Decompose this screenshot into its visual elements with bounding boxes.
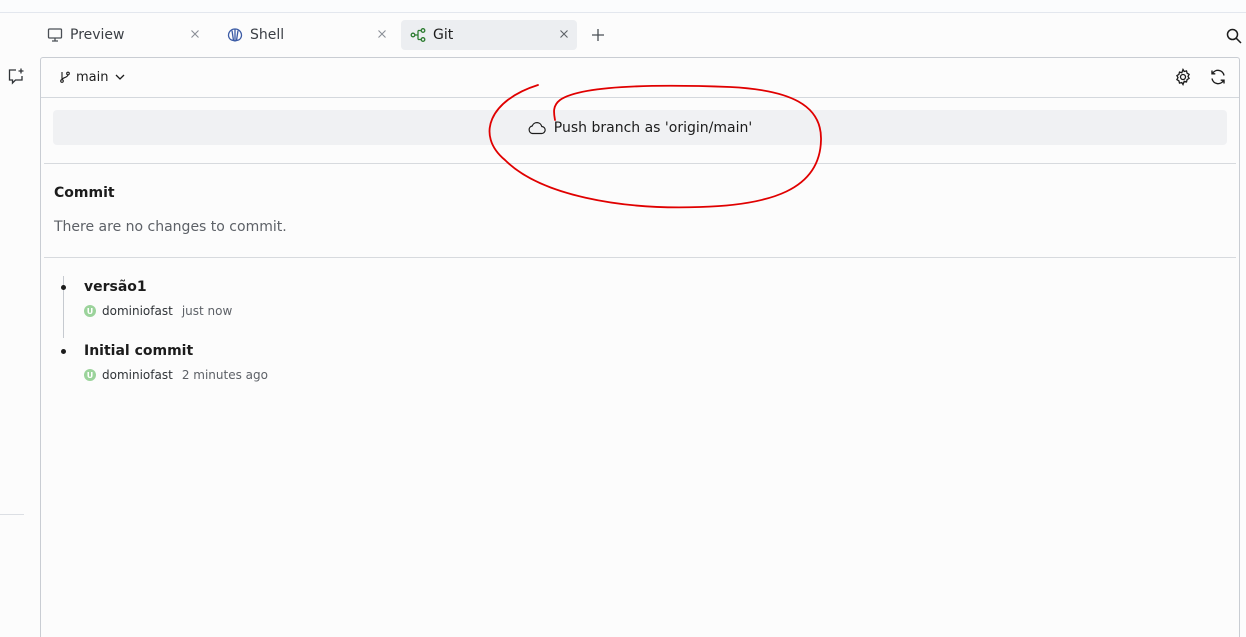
avatar: U: [84, 305, 96, 317]
commit-dot: [61, 349, 66, 354]
refresh-button[interactable]: [1208, 67, 1228, 87]
sidebar-divider: [0, 514, 24, 515]
gear-icon: [1176, 68, 1190, 86]
monitor-icon: [46, 26, 64, 44]
commit-message[interactable]: versão1: [84, 279, 147, 295]
tab-preview-label: Preview: [70, 27, 125, 43]
push-branch-button[interactable]: Push branch as 'origin/main': [53, 110, 1227, 145]
tab-preview[interactable]: Preview: [40, 20, 208, 50]
branch-name: main: [76, 69, 109, 85]
window-top-bar: [0, 0, 1246, 13]
close-icon[interactable]: [375, 27, 389, 41]
search-button[interactable]: [1224, 26, 1244, 46]
git-settings-button[interactable]: [1173, 67, 1193, 87]
add-tab-button[interactable]: [588, 25, 608, 45]
tab-git[interactable]: Git: [401, 20, 577, 50]
new-chat-button[interactable]: [7, 67, 25, 85]
tab-git-label: Git: [433, 27, 454, 43]
commit-time: just now: [181, 304, 233, 318]
no-changes-message: There are no changes to commit.: [54, 219, 287, 235]
git-icon: [409, 26, 427, 44]
git-panel-header: main: [41, 58, 1239, 98]
plus-icon: [592, 29, 604, 41]
add-comment-icon: [8, 68, 24, 85]
close-icon[interactable]: [557, 27, 571, 41]
commit-author: dominiofast: [102, 304, 173, 318]
divider: [44, 257, 1236, 258]
chevron-down-icon: [114, 71, 126, 83]
shell-icon: [226, 26, 244, 44]
divider: [44, 163, 1236, 164]
push-branch-label: Push branch as 'origin/main': [553, 119, 753, 136]
commit-meta: U dominiofast 2 minutes ago: [84, 368, 268, 382]
tab-shell-label: Shell: [250, 27, 285, 43]
cloud-icon: [528, 121, 546, 135]
commit-heading: Commit: [54, 185, 115, 201]
commit-dot: [61, 285, 66, 290]
refresh-icon: [1211, 69, 1225, 85]
commit-meta: U dominiofast just now: [84, 304, 232, 318]
branch-selector[interactable]: main: [59, 68, 126, 86]
branch-icon: [59, 71, 71, 83]
git-panel: main Push branch as 'origin/main' Commit…: [40, 57, 1240, 637]
close-icon[interactable]: [188, 27, 202, 41]
tab-shell[interactable]: Shell: [220, 20, 395, 50]
search-icon: [1226, 28, 1242, 44]
commit-author: dominiofast: [102, 368, 173, 382]
avatar: U: [84, 369, 96, 381]
commit-time: 2 minutes ago: [181, 368, 268, 382]
commit-message[interactable]: Initial commit: [84, 343, 193, 359]
